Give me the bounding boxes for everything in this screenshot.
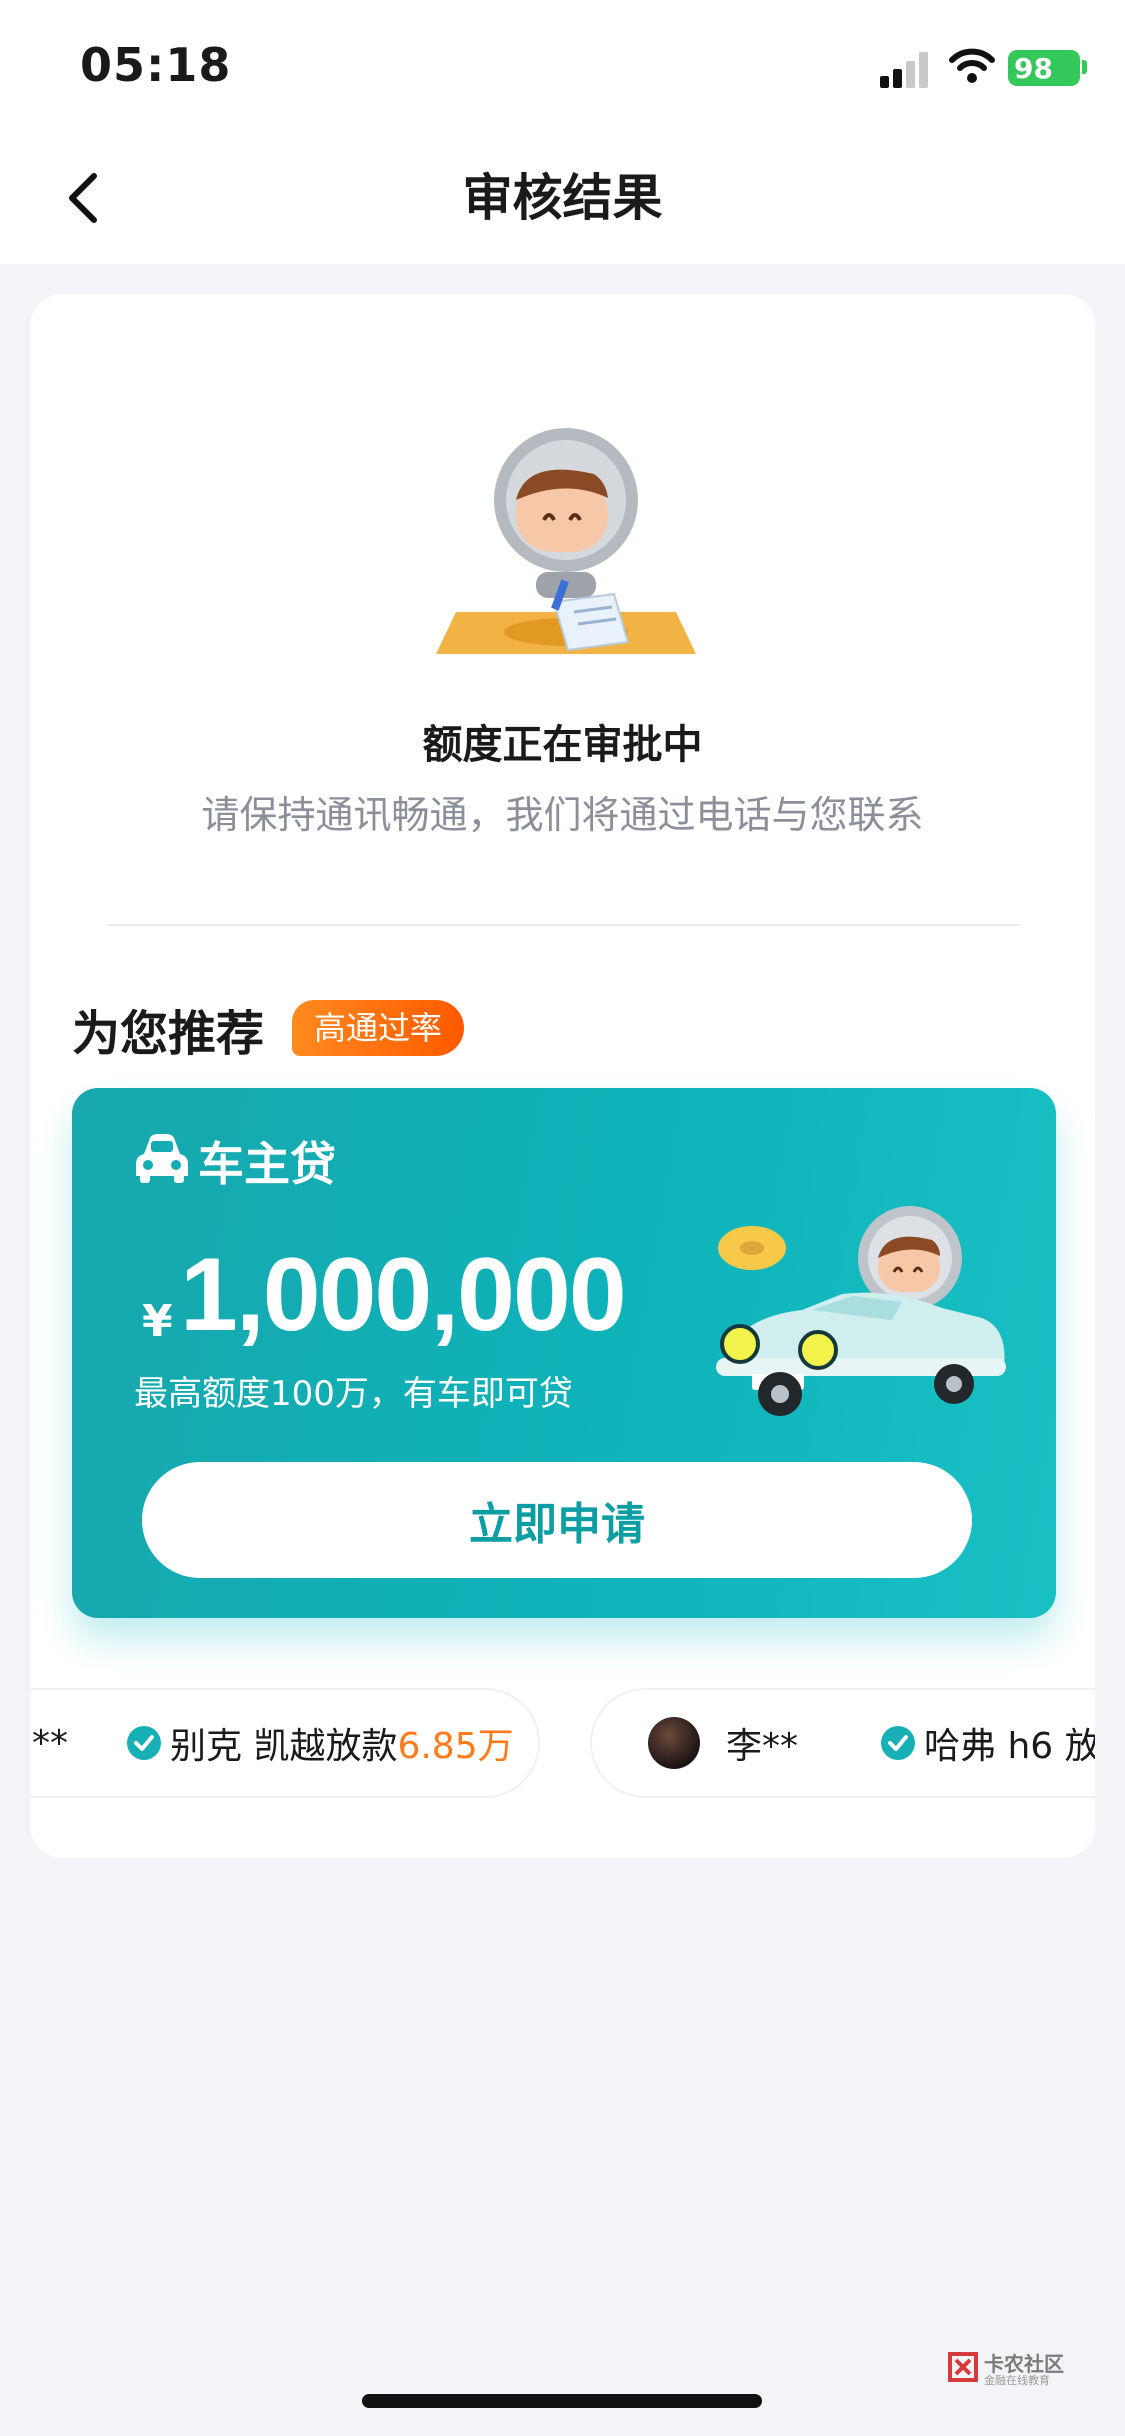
home-indicator[interactable] [362, 2394, 762, 2408]
car-icon [136, 1134, 188, 1183]
ticker-amount: 6.85万 [397, 1726, 514, 1767]
ticker-item: ** 别克 凯越放款 6.85万 [30, 1688, 540, 1798]
status-title: 额度正在审批中 [422, 722, 703, 768]
recommend-badge: 高通过率 [292, 1000, 465, 1056]
nav-bar: 审核结果 [0, 132, 1125, 264]
watermark: 卡农社区 金融在线教育 [946, 2348, 1066, 2388]
ticker-name: ** [32, 1722, 68, 1764]
recommend-title: 为您推荐 [72, 1006, 265, 1062]
ticker-text: 哈弗 h6 放款 [924, 1726, 1095, 1767]
astronaut-illustration [436, 428, 696, 654]
currency-symbol: ¥ [142, 1296, 173, 1347]
ticker-item: 李** 哈弗 h6 放款 [590, 1688, 1095, 1798]
car-astronaut-illustration [716, 1206, 1006, 1416]
loan-ticker: ** 别克 凯越放款 6.85万 李** 哈弗 h6 放款 [30, 1688, 1095, 1798]
check-icon [881, 1726, 916, 1760]
watermark-subtext: 金融在线教育 [984, 2374, 1050, 2387]
loan-amount: 1,000,000 [180, 1237, 627, 1353]
status-bar: 05:18 98 [0, 0, 1125, 132]
car-loan-card[interactable]: 车主贷 ¥ 1,000,000 最高额度100万，有车即可贷 立即申请 [72, 1088, 1056, 1618]
loan-description: 最高额度100万，有车即可贷 [134, 1374, 573, 1414]
ticker-name: 李** [726, 1726, 799, 1767]
avatar [648, 1717, 700, 1769]
ticker-text: 别克 凯越放款 [170, 1726, 398, 1767]
signal-icon [880, 52, 928, 88]
status-description: 请保持通讯畅通，我们将通过电话与您联系 [201, 793, 924, 837]
wifi-icon [949, 48, 995, 83]
page-title: 审核结果 [462, 169, 663, 227]
status-time: 05:18 [80, 38, 232, 92]
loan-product-name: 车主贷 [198, 1137, 336, 1191]
apply-now-button[interactable]: 立即申请 [142, 1462, 972, 1578]
divider [106, 924, 1020, 926]
battery-tip [1082, 60, 1087, 74]
battery-level: 98 [1014, 51, 1053, 85]
watermark-logo-icon [948, 2352, 978, 2382]
battery-indicator: 98 [1008, 50, 1080, 86]
check-icon [127, 1726, 161, 1760]
result-card: 额度正在审批中 请保持通讯畅通，我们将通过电话与您联系 为您推荐 高通过率 车主… [30, 294, 1095, 1858]
